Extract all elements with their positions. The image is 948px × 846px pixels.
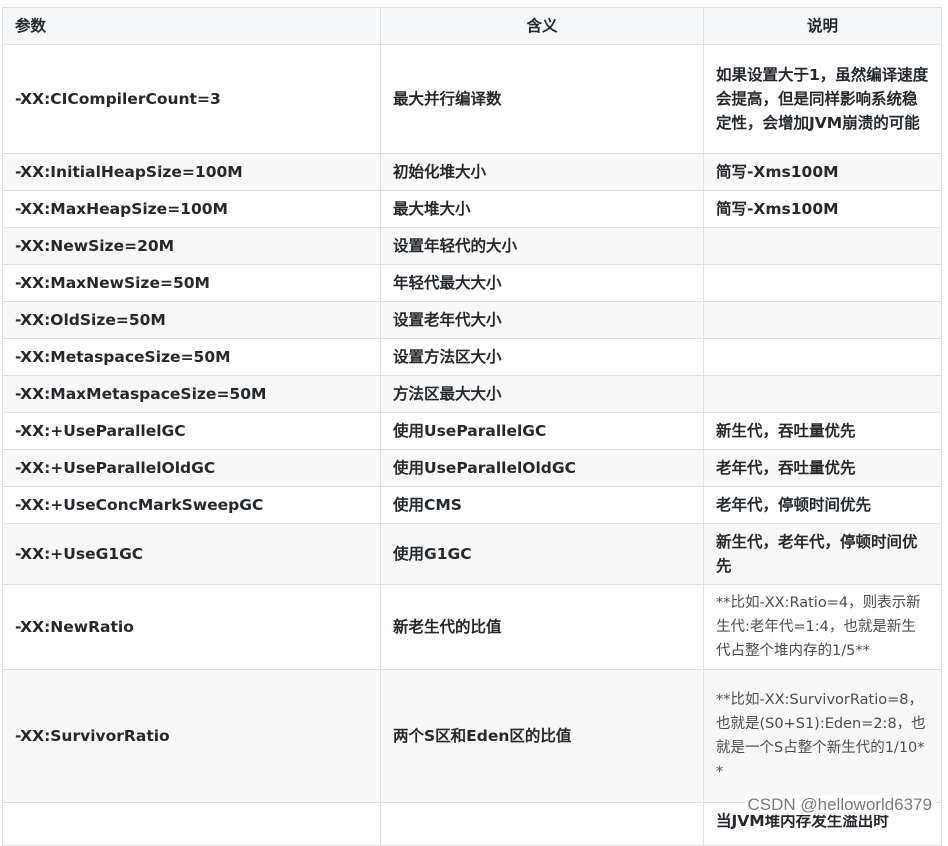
cell-meaning: 设置年轻代的大小	[380, 227, 704, 265]
cell-note	[703, 338, 942, 376]
table-row: -XX:MaxNewSize=50M 年轻代最大大小	[2, 264, 942, 302]
csdn-watermark: CSDN @helloworld6379	[745, 795, 934, 815]
cell-meaning: 使用G1GC	[380, 523, 704, 585]
table-row: -XX:MaxHeapSize=100M 最大堆大小 简写-Xms100M	[2, 190, 942, 228]
cell-meaning	[380, 802, 704, 846]
table-row: -XX:NewRatio 新老生代的比值 **比如-XX:Ratio=4，则表示…	[2, 584, 942, 670]
cell-note: **比如-XX:Ratio=4，则表示新生代:老年代=1:4，也就是新生代占整个…	[703, 584, 942, 670]
table-row: -XX:+UseParallelOldGC 使用UseParallelOldGC…	[2, 449, 942, 487]
table-header-row: 参数 含义 说明	[2, 7, 942, 45]
cell-meaning: 两个S区和Eden区的比值	[380, 669, 704, 803]
cell-param: -XX:MaxMetaspaceSize=50M	[2, 375, 381, 413]
cell-param: -XX:InitialHeapSize=100M	[2, 153, 381, 191]
cell-param: -XX:NewSize=20M	[2, 227, 381, 265]
cell-note	[703, 375, 942, 413]
cell-note: **比如-XX:SurvivorRatio=8，也就是(S0+S1):Eden=…	[703, 669, 942, 803]
table-row: -XX:SurvivorRatio 两个S区和Eden区的比值 **比如-XX:…	[2, 669, 942, 803]
cell-param: -XX:+UseParallelGC	[2, 412, 381, 450]
cell-param: -XX:MaxHeapSize=100M	[2, 190, 381, 228]
cell-meaning: 初始化堆大小	[380, 153, 704, 191]
cell-param: -XX:CICompilerCount=3	[2, 44, 381, 154]
table-row: -XX:+UseConcMarkSweepGC 使用CMS 老年代，停顿时间优先	[2, 486, 942, 524]
header-param: 参数	[2, 7, 381, 45]
cell-meaning: 方法区最大大小	[380, 375, 704, 413]
cell-note: 简写-Xms100M	[703, 190, 942, 228]
cell-meaning: 最大并行编译数	[380, 44, 704, 154]
cell-param	[2, 802, 381, 846]
cell-note: 简写-Xms100M	[703, 153, 942, 191]
table-row: -XX:+UseG1GC 使用G1GC 新生代，老年代，停顿时间优先	[2, 523, 942, 585]
table-row: -XX:NewSize=20M 设置年轻代的大小	[2, 227, 942, 265]
cell-note	[703, 227, 942, 265]
cell-note: 如果设置大于1，虽然编译速度会提高，但是同样影响系统稳定性，会增加JVM崩溃的可…	[703, 44, 942, 154]
cell-note: 新生代，吞吐量优先	[703, 412, 942, 450]
cell-param: -XX:+UseG1GC	[2, 523, 381, 585]
cell-param: -XX:MetaspaceSize=50M	[2, 338, 381, 376]
cell-note	[703, 301, 942, 339]
cell-param: -XX:+UseConcMarkSweepGC	[2, 486, 381, 524]
cell-param: -XX:MaxNewSize=50M	[2, 264, 381, 302]
table-row: -XX:+UseParallelGC 使用UseParallelGC 新生代，吞…	[2, 412, 942, 450]
cell-note	[703, 264, 942, 302]
cell-param: -XX:+UseParallelOldGC	[2, 449, 381, 487]
cell-meaning: 使用CMS	[380, 486, 704, 524]
jvm-params-table: 参数 含义 说明 -XX:CICompilerCount=3 最大并行编译数 如…	[2, 7, 942, 846]
cell-meaning: 新老生代的比值	[380, 584, 704, 670]
cell-param: -XX:NewRatio	[2, 584, 381, 670]
table-row: -XX:CICompilerCount=3 最大并行编译数 如果设置大于1，虽然…	[2, 44, 942, 154]
cell-param: -XX:SurvivorRatio	[2, 669, 381, 803]
cell-meaning: 年轻代最大大小	[380, 264, 704, 302]
table-row: -XX:InitialHeapSize=100M 初始化堆大小 简写-Xms10…	[2, 153, 942, 191]
cell-meaning: 使用UseParallelOldGC	[380, 449, 704, 487]
cell-meaning: 使用UseParallelGC	[380, 412, 704, 450]
cell-meaning: 最大堆大小	[380, 190, 704, 228]
cell-meaning: 设置方法区大小	[380, 338, 704, 376]
header-meaning: 含义	[380, 7, 704, 45]
cell-param: -XX:OldSize=50M	[2, 301, 381, 339]
cell-meaning: 设置老年代大小	[380, 301, 704, 339]
cell-note: 新生代，老年代，停顿时间优先	[703, 523, 942, 585]
header-note: 说明	[703, 7, 942, 45]
cell-note: 老年代，停顿时间优先	[703, 486, 942, 524]
table-row: -XX:OldSize=50M 设置老年代大小	[2, 301, 942, 339]
cell-note: 老年代，吞吐量优先	[703, 449, 942, 487]
table-row: -XX:MaxMetaspaceSize=50M 方法区最大大小	[2, 375, 942, 413]
table-row: -XX:MetaspaceSize=50M 设置方法区大小	[2, 338, 942, 376]
